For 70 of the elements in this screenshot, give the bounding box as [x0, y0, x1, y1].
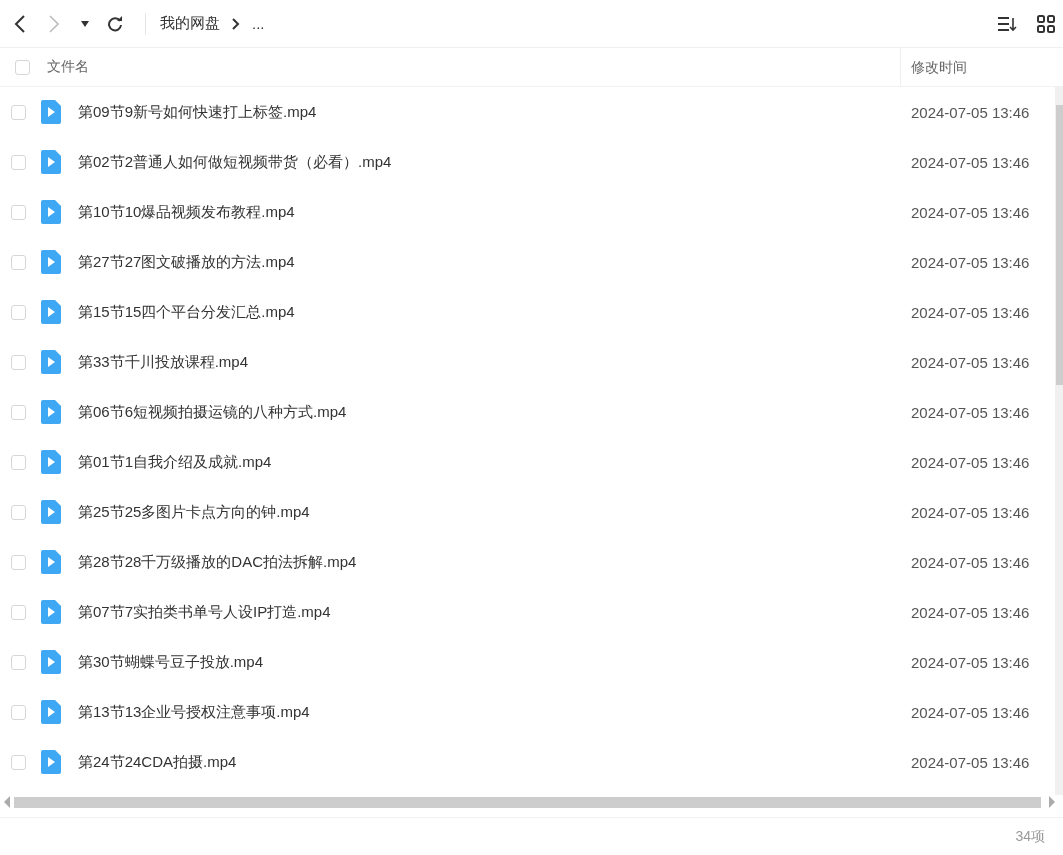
modified-time: 2024-07-05 13:46 — [911, 103, 1031, 121]
file-name[interactable]: 第13节13企业号授权注意事项.mp4 — [78, 702, 911, 722]
modified-time: 2024-07-05 13:46 — [911, 653, 1031, 671]
modified-time: 2024-07-05 13:46 — [911, 603, 1031, 621]
file-name[interactable]: 第15节15四个平台分发汇总.mp4 — [78, 302, 911, 322]
modified-time: 2024-07-05 13:46 — [911, 153, 1031, 171]
row-checkbox[interactable] — [11, 704, 26, 720]
row-checkbox[interactable] — [11, 404, 26, 420]
row-checkbox[interactable] — [11, 154, 26, 170]
file-name[interactable]: 第25节25多图片卡点方向的钟.mp4 — [78, 502, 911, 522]
modified-time: 2024-07-05 13:46 — [911, 553, 1031, 571]
file-name[interactable]: 第06节6短视频拍摄运镜的八种方式.mp4 — [78, 402, 911, 422]
select-all-checkbox[interactable] — [15, 59, 30, 75]
breadcrumb-item[interactable]: ... — [252, 15, 265, 32]
video-file-icon — [41, 450, 61, 474]
column-header[interactable]: 文件名 — [47, 58, 900, 76]
file-name[interactable]: 第09节9新号如何快速打上标签.mp4 — [78, 102, 911, 122]
modified-time: 2024-07-05 13:46 — [911, 303, 1031, 321]
vertical-scrollbar[interactable] — [1055, 87, 1063, 795]
video-file-icon — [41, 350, 61, 374]
video-file-icon — [41, 200, 61, 224]
video-file-icon — [41, 650, 61, 674]
file-name[interactable]: 第10节10爆品视频发布教程.mp4 — [78, 202, 911, 222]
breadcrumb-item[interactable]: 我的网盘 — [160, 14, 220, 33]
forward-icon[interactable] — [47, 13, 61, 34]
row-checkbox[interactable] — [11, 754, 26, 770]
video-file-icon — [41, 600, 61, 624]
grid-view-icon[interactable] — [1037, 14, 1055, 33]
back-icon[interactable] — [13, 13, 27, 34]
sort-icon[interactable] — [997, 15, 1017, 32]
modified-time: 2024-07-05 13:46 — [911, 353, 1031, 371]
column-header[interactable]: 修改时间 — [900, 48, 1063, 86]
modified-time: 2024-07-05 13:46 — [911, 503, 1031, 521]
video-file-icon — [41, 700, 61, 724]
row-checkbox[interactable] — [11, 204, 26, 220]
modified-time: 2024-07-05 13:46 — [911, 403, 1031, 421]
modified-time: 2024-07-05 13:46 — [911, 203, 1031, 221]
file-name[interactable]: 第07节7实拍类书单号人设IP打造.mp4 — [78, 602, 911, 622]
modified-time: 2024-07-05 13:46 — [911, 253, 1031, 271]
video-file-icon — [41, 500, 61, 524]
modified-time: 2024-07-05 13:46 — [911, 753, 1031, 771]
video-file-icon — [41, 100, 61, 124]
refresh-icon[interactable] — [107, 15, 123, 32]
video-file-icon — [41, 300, 61, 324]
row-checkbox[interactable] — [11, 454, 26, 470]
item-count: 34项 — [1015, 828, 1045, 846]
file-name[interactable]: 第24节24CDA拍摄.mp4 — [78, 752, 911, 772]
file-name[interactable]: 第30节蝴蝶号豆子投放.mp4 — [78, 652, 911, 672]
file-name[interactable]: 第02节2普通人如何做短视频带货（必看）.mp4 — [78, 152, 911, 172]
file-name[interactable]: 第27节27图文破播放的方法.mp4 — [78, 252, 911, 272]
video-file-icon — [41, 550, 61, 574]
row-checkbox[interactable] — [11, 504, 26, 520]
file-name[interactable]: 第33节千川投放课程.mp4 — [78, 352, 911, 372]
file-name[interactable]: 第28节28千万级播放的DAC拍法拆解.mp4 — [78, 552, 911, 572]
row-checkbox[interactable] — [11, 604, 26, 620]
row-checkbox[interactable] — [11, 654, 26, 670]
video-file-icon — [41, 250, 61, 274]
video-file-icon — [41, 750, 61, 774]
row-checkbox[interactable] — [11, 304, 26, 320]
modified-time: 2024-07-05 13:46 — [911, 453, 1031, 471]
row-checkbox[interactable] — [11, 104, 26, 120]
row-checkbox[interactable] — [11, 554, 26, 570]
chevron-icon — [232, 17, 240, 30]
row-checkbox[interactable] — [11, 354, 26, 370]
video-file-icon — [41, 150, 61, 174]
dropdown-caret-icon[interactable] — [81, 20, 89, 27]
modified-time: 2024-07-05 13:46 — [911, 703, 1031, 721]
row-checkbox[interactable] — [11, 254, 26, 270]
file-name[interactable]: 第01节1自我介绍及成就.mp4 — [78, 452, 911, 472]
video-file-icon — [41, 400, 61, 424]
